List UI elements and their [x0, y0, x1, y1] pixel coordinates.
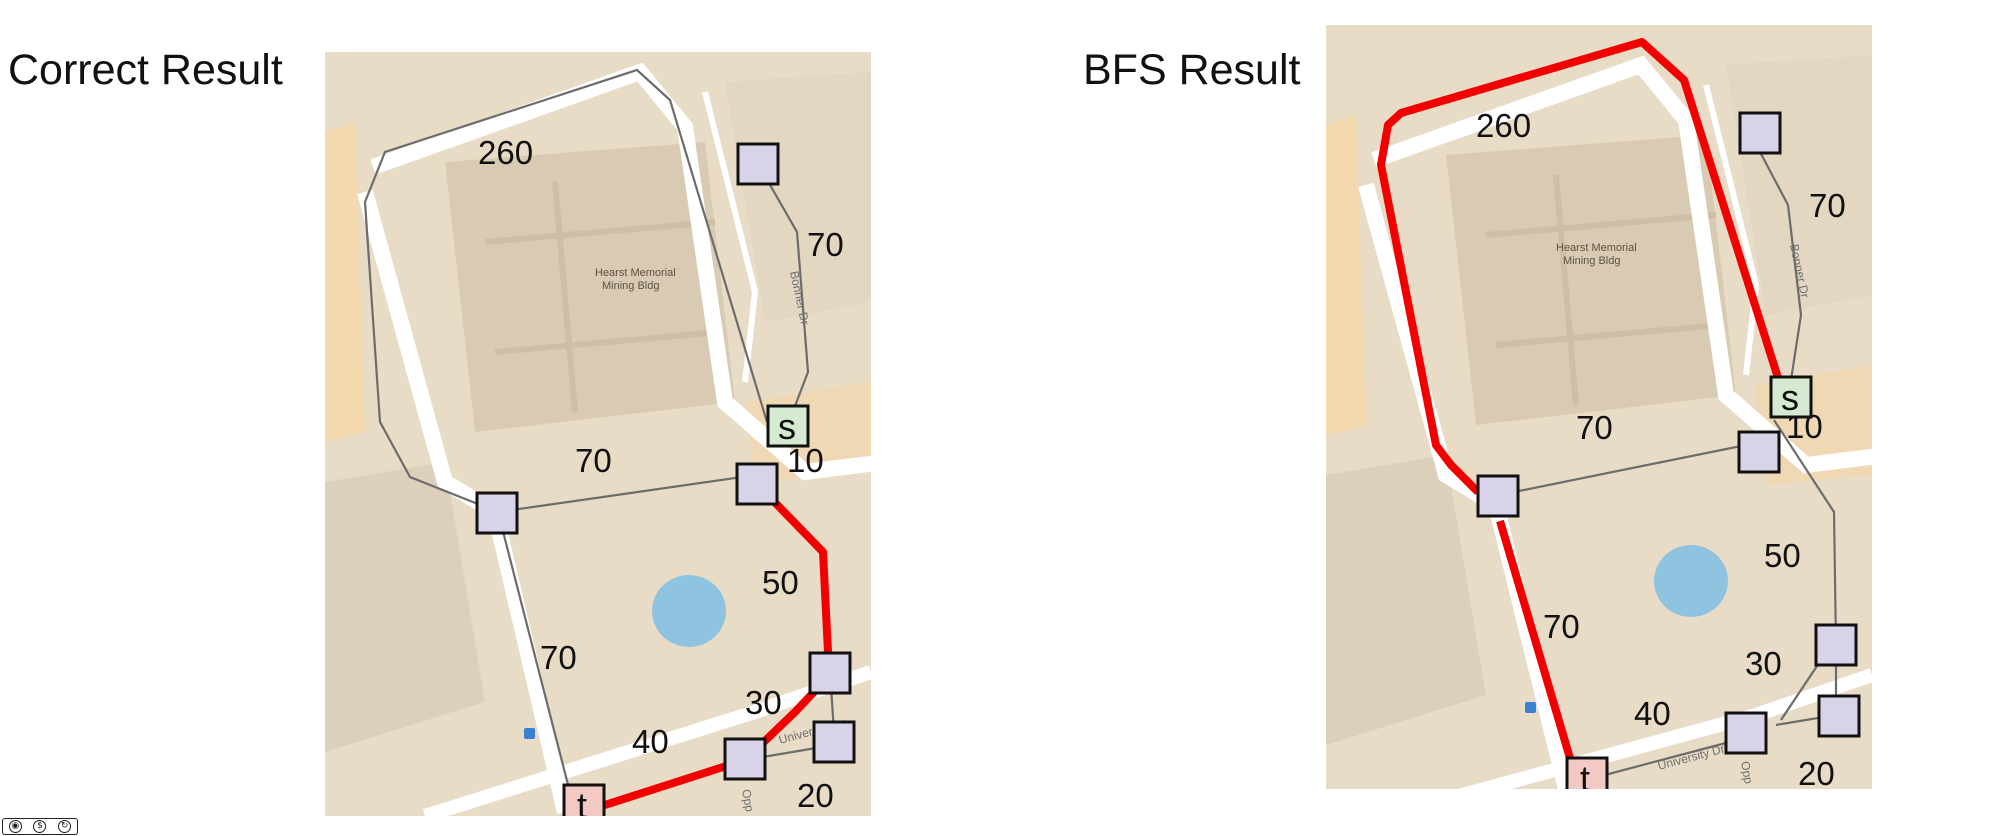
bus-stop-icon [524, 728, 535, 739]
cc-noncommercial-icon: $ [33, 820, 47, 833]
graph-node [475, 491, 519, 535]
weight-70-right: 70 [807, 226, 844, 263]
pond [652, 575, 726, 647]
graph-node [1476, 474, 1520, 518]
building-name-line2: Mining Bldg [1563, 255, 1620, 267]
cc-sharealike-icon: ↻ [58, 820, 72, 833]
weight-70-bottom: 70 [540, 639, 577, 676]
graph-node [1814, 623, 1858, 667]
weight-70-top: 70 [575, 442, 612, 479]
weight-70-bottom: 70 [1543, 608, 1580, 645]
weight-20: 20 [1798, 755, 1835, 789]
bfs-result-map: Hearst Memorial Mining Bldg Bonner Dr Un… [1326, 25, 1872, 789]
license-badge: ◉ $ ↻ [2, 818, 78, 835]
graph-node [1738, 111, 1782, 155]
weight-50: 50 [1764, 537, 1801, 574]
correct-result-title: Correct Result [8, 46, 283, 94]
weight-70-right: 70 [1809, 187, 1846, 224]
weight-50: 50 [762, 564, 799, 601]
graph-node [1737, 430, 1781, 474]
graph-node [808, 651, 852, 695]
bfs-result-title: BFS Result [1083, 46, 1301, 94]
cc-attribution-icon: ◉ [8, 820, 22, 833]
weight-30: 30 [1745, 645, 1782, 682]
graph-node [1724, 711, 1768, 755]
target-label: t [1580, 758, 1590, 789]
bus-stop-icon [1525, 702, 1536, 713]
graph-node [736, 142, 780, 186]
weight-30: 30 [745, 684, 782, 721]
weight-70-top: 70 [1576, 409, 1613, 446]
weight-40: 40 [1634, 695, 1671, 732]
weight-20: 20 [797, 777, 834, 814]
weight-10: 10 [787, 442, 824, 479]
weight-260: 260 [1476, 107, 1531, 144]
pond [1654, 545, 1728, 617]
source-label: s [1781, 377, 1799, 418]
target-label: t [577, 785, 587, 816]
weight-40: 40 [632, 723, 669, 760]
building-name-line2: Mining Bldg [602, 280, 659, 292]
building-name-line1: Hearst Memorial [1556, 242, 1637, 254]
weight-260: 260 [478, 134, 533, 171]
source-label: s [778, 406, 796, 447]
graph-node [723, 737, 767, 781]
building-name-line1: Hearst Memorial [595, 267, 676, 279]
correct-result-map: Hearst Memorial Mining Bldg Bonner Dr Un… [325, 52, 871, 816]
graph-node [735, 462, 779, 506]
graph-node [812, 720, 856, 764]
graph-node [1817, 694, 1861, 738]
